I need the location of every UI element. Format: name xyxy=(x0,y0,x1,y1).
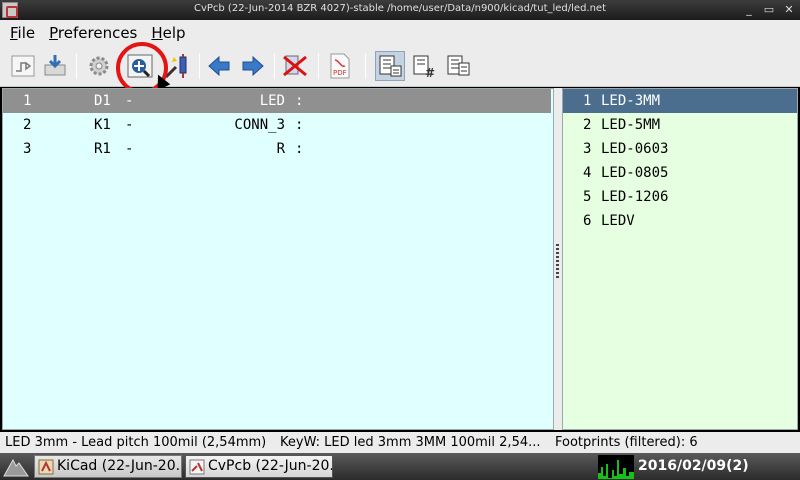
delete-associations-icon[interactable] xyxy=(280,51,310,81)
footprint-index: 6 xyxy=(583,213,592,229)
minimize-button[interactable]: _ xyxy=(740,1,758,18)
svg-text:#: # xyxy=(425,66,435,80)
component-ref: K1 xyxy=(94,117,111,133)
footprint-row[interactable]: 1 LED-3MM xyxy=(563,89,797,113)
footprint-name: LED-0805 xyxy=(601,165,669,181)
window-controls: _ ▭ ✕ xyxy=(740,1,798,18)
component-ref: R1 xyxy=(94,141,111,157)
menu-preferences[interactable]: Preferences xyxy=(42,24,144,42)
settings-icon[interactable] xyxy=(84,51,114,81)
maximize-button[interactable]: ▭ xyxy=(760,1,778,18)
toolbar-separator xyxy=(76,53,77,79)
splitter-grip-icon[interactable] xyxy=(556,244,559,278)
toolbar-separator xyxy=(274,53,275,79)
footprint-name: LED-3MM xyxy=(601,93,661,109)
taskbar-item-label: CvPcb (22-Jun-20... xyxy=(208,458,333,474)
component-separator: - xyxy=(125,141,134,157)
footprint-name: LED-1206 xyxy=(601,189,669,205)
eeschema-icon[interactable] xyxy=(8,51,38,81)
components-list[interactable]: 1 D1 - LED : 2 K1 - CONN_3 : 3 R1 - R : xyxy=(2,88,554,430)
window-title: CvPcb (22-Jun-2014 BZR 4027)-stable /hom… xyxy=(193,3,607,14)
footprint-index: 3 xyxy=(583,141,592,157)
footprint-row[interactable]: 3 LED-0603 xyxy=(563,137,797,161)
component-ref: D1 xyxy=(94,93,111,109)
taskbar-item-kicad[interactable]: KiCad (22-Jun-20... xyxy=(34,455,182,478)
filter-by-library-icon[interactable] xyxy=(443,51,473,81)
footprint-index: 5 xyxy=(583,189,592,205)
next-icon[interactable] xyxy=(238,51,268,81)
component-row[interactable]: 3 R1 - R : xyxy=(3,137,553,161)
footprint-row[interactable]: 4 LED-0805 xyxy=(563,161,797,185)
footprint-name: LEDV xyxy=(601,213,635,229)
component-footprint: : xyxy=(295,117,304,133)
menu-help[interactable]: Help xyxy=(144,24,192,42)
footprint-index: 2 xyxy=(583,117,592,133)
footprints-list[interactable]: 1 LED-3MM 2 LED-5MM 3 LED-0603 4 LED-080… xyxy=(562,88,798,430)
status-description: LED 3mm - Lead pitch 100mil (2,54mm) xyxy=(5,435,267,450)
footprint-index: 1 xyxy=(583,93,592,109)
component-footprint: : xyxy=(295,141,304,157)
menu-bar: File Preferences Help xyxy=(0,20,800,45)
previous-icon[interactable] xyxy=(204,51,234,81)
toolbar-separator xyxy=(365,53,366,79)
footprint-row[interactable]: 6 LEDV xyxy=(563,209,797,233)
cvpcb-icon xyxy=(189,459,205,475)
footprint-name: LED-0603 xyxy=(601,141,669,157)
toolbar-separator xyxy=(199,53,200,79)
component-index: 3 xyxy=(23,141,32,157)
component-footprint: : xyxy=(295,93,304,109)
title-bar: CvPcb (22-Jun-2014 BZR 4027)-stable /hom… xyxy=(0,0,800,20)
taskbar-clock[interactable]: 2016/02/09(2) 09:01PM xyxy=(638,453,800,480)
component-value: LED xyxy=(259,93,285,109)
taskbar-item-label: KiCad (22-Jun-20... xyxy=(57,458,182,474)
close-button[interactable]: ✕ xyxy=(780,1,798,18)
component-value: R xyxy=(276,141,285,157)
footprint-row[interactable]: 5 LED-1206 xyxy=(563,185,797,209)
component-index: 1 xyxy=(23,93,32,109)
pdf-icon[interactable]: PDF xyxy=(325,51,355,81)
cpu-monitor xyxy=(598,455,634,479)
svg-text:PDF: PDF xyxy=(333,69,347,77)
status-keywords: KeyW: LED led 3mm 3MM 100mil 2,54... xyxy=(280,435,541,450)
status-bar: LED 3mm - Lead pitch 100mil (2,54mm) Key… xyxy=(0,432,800,453)
footprint-row[interactable]: 2 LED-5MM xyxy=(563,113,797,137)
status-footprint-count: Footprints (filtered): 6 xyxy=(555,435,698,450)
taskbar-item-cvpcb[interactable]: CvPcb (22-Jun-20... xyxy=(185,455,333,478)
menu-file[interactable]: File xyxy=(3,24,42,42)
start-menu-icon[interactable] xyxy=(2,456,30,478)
component-separator: - xyxy=(125,117,134,133)
toolbar-separator xyxy=(318,53,319,79)
kicad-icon xyxy=(38,459,54,475)
component-row[interactable]: 2 K1 - CONN_3 : xyxy=(3,113,553,137)
footprint-index: 4 xyxy=(583,165,592,181)
footprint-name: LED-5MM xyxy=(601,117,661,133)
component-value: CONN_3 xyxy=(234,117,285,133)
component-index: 2 xyxy=(23,117,32,133)
component-separator: - xyxy=(125,93,134,109)
filter-by-pin-count-icon[interactable]: # xyxy=(409,51,439,81)
component-row[interactable]: 1 D1 - LED : xyxy=(3,89,551,113)
filter-by-keyword-icon[interactable] xyxy=(375,51,405,81)
save-icon[interactable] xyxy=(40,51,70,81)
